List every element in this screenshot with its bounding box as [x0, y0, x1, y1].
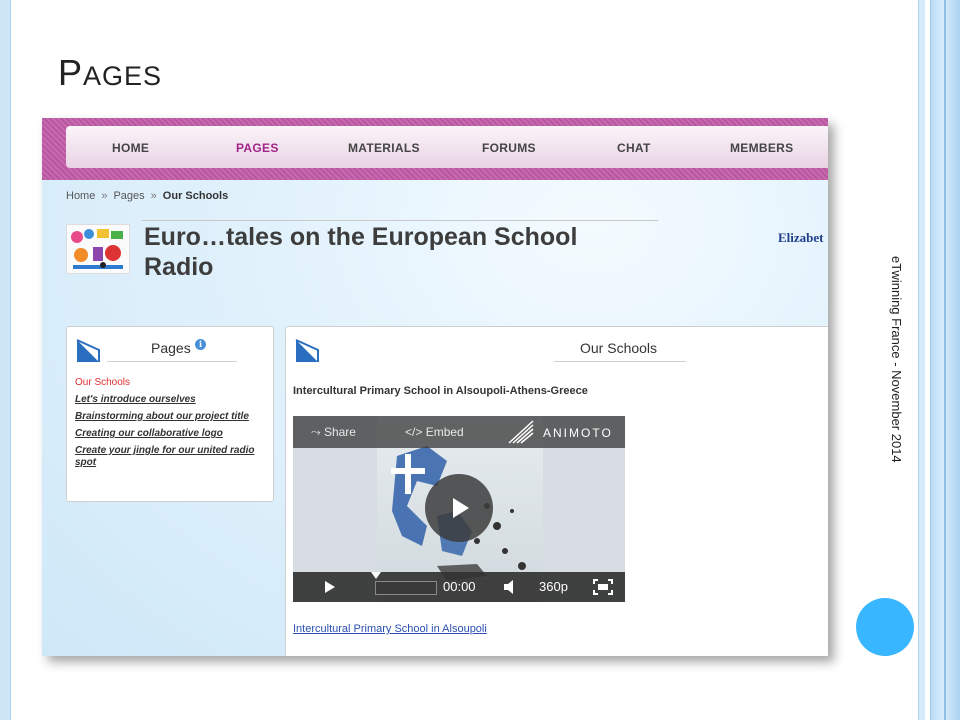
- playhead-marker[interactable]: [371, 572, 381, 579]
- top-navbar: HOME PAGES MATERIALS FORUMS CHAT MEMBERS: [42, 118, 828, 180]
- time-display: 00:00: [443, 579, 476, 594]
- page-list: Our Schools Let's introduce ourselves Br…: [75, 377, 265, 474]
- slide-title-rest: ages: [83, 61, 163, 91]
- nav-chat[interactable]: CHAT: [617, 141, 651, 155]
- nav-home[interactable]: HOME: [112, 141, 149, 155]
- pages-heading-rule: [107, 361, 237, 362]
- video-controls: 00:00 360p: [293, 572, 625, 602]
- slide-frame-right-inner: [918, 0, 925, 720]
- animoto-logo-icon: [508, 420, 534, 444]
- pages-panel: Pages i Our Schools Let's introduce ours…: [66, 326, 274, 502]
- page-link-introduce[interactable]: Let's introduce ourselves: [75, 394, 196, 405]
- page-link-logo[interactable]: Creating our collaborative logo: [75, 428, 223, 439]
- page-link-jingle[interactable]: Create your jingle for our united radio …: [75, 445, 254, 468]
- list-item: Let's introduce ourselves: [75, 394, 265, 406]
- flag-icon: [295, 339, 319, 362]
- share-label: Share: [323, 425, 356, 439]
- info-icon[interactable]: i: [195, 339, 206, 350]
- school-link[interactable]: Intercultural Primary School in Alsoupol…: [293, 623, 487, 635]
- flag-icon: [76, 339, 100, 362]
- slide-frame-stripe: [944, 0, 946, 720]
- project-logo-image: [67, 225, 129, 273]
- title-divider: [142, 220, 658, 221]
- content-heading: Our Schools: [580, 340, 658, 356]
- slide-frame-left: [0, 0, 11, 720]
- navbar-inner: HOME PAGES MATERIALS FORUMS CHAT MEMBERS: [66, 126, 828, 168]
- project-title-line-2: Radio: [144, 253, 214, 281]
- decorative-circle: [856, 598, 914, 656]
- volume-icon[interactable]: [503, 580, 519, 594]
- breadcrumb: Home » Pages » Our Schools: [66, 190, 228, 202]
- page-item-our-schools[interactable]: Our Schools: [75, 377, 265, 389]
- nav-pages[interactable]: PAGES: [236, 141, 279, 155]
- user-name-link[interactable]: Elizabet: [778, 230, 824, 246]
- nav-forums[interactable]: FORUMS: [482, 141, 536, 155]
- quality-selector[interactable]: 360p: [539, 579, 568, 594]
- breadcrumb-home[interactable]: Home: [66, 190, 95, 202]
- list-item: Brainstorming about our project title: [75, 411, 265, 423]
- fullscreen-icon[interactable]: [593, 579, 613, 595]
- breadcrumb-current: Our Schools: [162, 190, 229, 202]
- breadcrumb-pages[interactable]: Pages: [113, 190, 144, 202]
- content-heading-rule: [554, 361, 686, 362]
- video-player[interactable]: ⤳ Share </> Embed ANIMOTO 00:00 360p: [293, 416, 625, 602]
- list-item: Create your jingle for our united radio …: [75, 445, 265, 469]
- project-title: Euro…tales on the European School Radio: [144, 222, 664, 282]
- share-icon: ⤳: [311, 425, 321, 439]
- pages-heading: Pages: [151, 340, 191, 356]
- side-caption: eTwinning France - November 2014: [884, 256, 904, 516]
- video-top-bar: ⤳ Share </> Embed ANIMOTO: [293, 416, 625, 448]
- project-title-line-1: Euro…tales on the European School: [144, 223, 578, 251]
- progress-bar[interactable]: [375, 581, 437, 595]
- share-button[interactable]: ⤳ Share: [311, 425, 356, 440]
- embed-button[interactable]: </> Embed: [405, 425, 464, 439]
- embed-label: Embed: [425, 425, 464, 439]
- nav-materials[interactable]: MATERIALS: [348, 141, 420, 155]
- project-logo: [66, 224, 130, 274]
- nav-members[interactable]: MEMBERS: [730, 141, 793, 155]
- play-button[interactable]: [425, 474, 493, 542]
- breadcrumb-separator: »: [101, 190, 108, 202]
- breadcrumb-separator: »: [150, 190, 157, 202]
- school-name: Intercultural Primary School in Alsoupol…: [293, 385, 588, 397]
- list-item: Creating our collaborative logo: [75, 428, 265, 440]
- play-icon: [453, 498, 469, 518]
- code-icon: </>: [405, 425, 423, 439]
- animoto-brand: ANIMOTO: [543, 426, 613, 440]
- slide-title-first-letter: P: [58, 52, 84, 93]
- content-panel: Our Schools Intercultural Primary School…: [285, 326, 828, 656]
- slide-title: Pages: [58, 52, 162, 94]
- side-caption-text: eTwinning France - November 2014: [889, 256, 904, 463]
- page-link-brainstorming[interactable]: Brainstorming about our project title: [75, 411, 249, 422]
- website-screenshot: HOME PAGES MATERIALS FORUMS CHAT MEMBERS…: [42, 118, 828, 656]
- play-small-icon[interactable]: [323, 580, 337, 594]
